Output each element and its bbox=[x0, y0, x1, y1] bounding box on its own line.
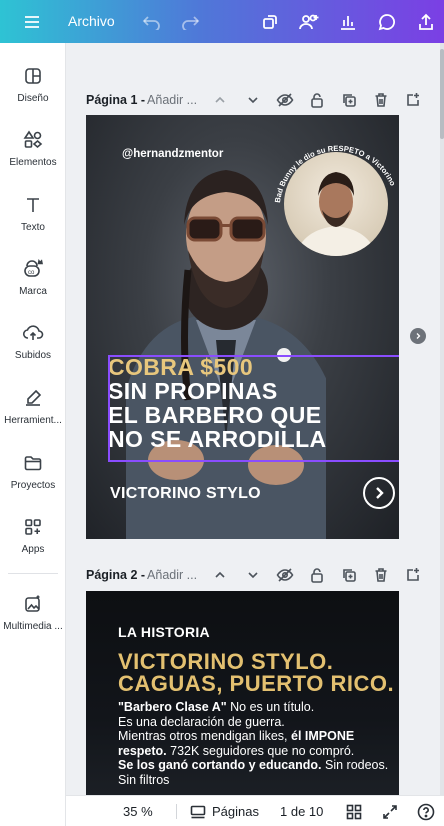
page-2-title-line-1: VICTORINO STYLO. bbox=[118, 649, 334, 674]
zoom-level[interactable]: 35 % bbox=[123, 796, 153, 826]
undo-icon[interactable] bbox=[134, 0, 170, 43]
lock-icon[interactable] bbox=[307, 565, 327, 585]
brand-icon: co bbox=[0, 256, 66, 282]
upload-icon[interactable] bbox=[408, 0, 444, 43]
pages-label: Páginas bbox=[212, 804, 259, 819]
sidebar-item-label: Proyectos bbox=[10, 480, 56, 491]
hamburger-icon[interactable] bbox=[14, 0, 50, 43]
delete-page-icon[interactable] bbox=[371, 565, 391, 585]
hide-page-icon[interactable] bbox=[275, 565, 295, 585]
chevron-down-icon[interactable] bbox=[243, 565, 263, 585]
sidebar-item-multimedia[interactable]: Multimedia ... bbox=[0, 591, 66, 632]
chevron-down-icon[interactable] bbox=[243, 90, 263, 110]
chart-icon[interactable] bbox=[330, 0, 366, 43]
page-2-body-text: "Barbero Clase A" No es un título. Es un… bbox=[118, 700, 394, 787]
sidebar-item-label: Diseño bbox=[17, 93, 49, 104]
comment-icon[interactable] bbox=[369, 0, 405, 43]
body-text-1: No es un título. bbox=[226, 700, 315, 714]
sidebar-item-label: Texto bbox=[21, 222, 45, 233]
sidebar-item-label: Apps bbox=[21, 544, 45, 555]
page-1-artboard[interactable]: @hernandzmentor Bad Bunny le dio su RESP… bbox=[86, 115, 399, 539]
duplicate-page-icon[interactable] bbox=[339, 565, 359, 585]
delete-page-icon[interactable] bbox=[371, 90, 391, 110]
page-2-title: VICTORINO STYLO. CAGUAS, PUERTO RICO. bbox=[118, 651, 394, 695]
body-text-2: Es una declaración de guerra. bbox=[118, 714, 285, 729]
sidebar-item-apps[interactable]: Apps bbox=[0, 514, 66, 555]
page-2-header: Página 2 - Añadir ... bbox=[86, 563, 426, 587]
cloud-upload-icon bbox=[0, 320, 66, 346]
inset-portrait-photo bbox=[284, 152, 388, 256]
svg-text:co: co bbox=[28, 270, 35, 276]
sidebar-item-label: Multimedia ... bbox=[3, 621, 63, 632]
vertical-scrollbar[interactable] bbox=[440, 43, 444, 795]
page-counter: 1 de 10 bbox=[280, 804, 324, 819]
file-menu-button[interactable]: Archivo bbox=[68, 13, 115, 29]
text-icon bbox=[0, 192, 66, 218]
folder-icon bbox=[0, 450, 66, 476]
grid-view-icon[interactable] bbox=[346, 796, 362, 826]
chevron-up-icon[interactable] bbox=[210, 90, 230, 110]
tools-icon bbox=[0, 385, 66, 411]
page-1-header: Página 1 - Añadir ... bbox=[86, 88, 426, 112]
layout-icon bbox=[0, 63, 66, 89]
divider bbox=[176, 804, 177, 819]
page-2-title-line-2: CAGUAS, PUERTO RICO. bbox=[118, 671, 395, 696]
body-bold-3: Se los ganó cortando y educando. bbox=[118, 758, 322, 772]
sidebar-item-label: Subidos bbox=[14, 350, 52, 361]
duplicate-page-icon[interactable] bbox=[339, 90, 359, 110]
top-bar: Archivo bbox=[0, 0, 444, 43]
arrow-right-circle-icon bbox=[363, 477, 395, 509]
sidebar-item-label: Herramient... bbox=[4, 415, 62, 426]
next-page-chevron-icon[interactable] bbox=[410, 328, 426, 344]
add-page-icon[interactable] bbox=[403, 90, 423, 110]
sidebar-item-label: Elementos bbox=[9, 157, 57, 168]
page-title: Página 1 - bbox=[86, 93, 146, 107]
brand-name: VICTORINO STYLO bbox=[110, 485, 261, 502]
add-page-icon[interactable] bbox=[403, 565, 423, 585]
magic-media-icon bbox=[0, 591, 66, 617]
sidebar-item-texto[interactable]: Texto bbox=[0, 192, 66, 233]
help-icon[interactable] bbox=[417, 796, 435, 826]
redo-icon[interactable] bbox=[172, 0, 208, 43]
design-canvas: Página 1 - Añadir ... @hernandzmentor Ba… bbox=[66, 43, 440, 795]
sidebar-item-marca[interactable]: co Marca bbox=[0, 256, 66, 297]
chevron-up-icon[interactable] bbox=[210, 565, 230, 585]
scrollbar-thumb[interactable] bbox=[440, 49, 444, 139]
sidebar-item-elementos[interactable]: Elementos bbox=[0, 127, 66, 168]
apps-icon bbox=[0, 514, 66, 540]
sidebar-item-herramientas[interactable]: Herramient... bbox=[0, 385, 66, 426]
body-text-3: Mientras otros mendigan likes, bbox=[118, 729, 291, 743]
bottom-bar: 35 % Páginas 1 de 10 bbox=[66, 795, 444, 826]
selection-box[interactable] bbox=[108, 355, 399, 462]
page-2-artboard[interactable]: LA HISTORIA VICTORINO STYLO. CAGUAS, PUE… bbox=[86, 591, 399, 795]
resize-icon[interactable] bbox=[252, 0, 288, 43]
sidebar-item-proyectos[interactable]: Proyectos bbox=[0, 450, 66, 491]
fullscreen-icon[interactable] bbox=[382, 796, 398, 826]
sidebar-item-label: Marca bbox=[19, 286, 47, 297]
sidebar-item-subidos[interactable]: Subidos bbox=[0, 320, 66, 361]
add-page-title-field[interactable]: Añadir ... bbox=[147, 568, 197, 582]
pages-icon bbox=[190, 805, 206, 818]
sidebar-item-diseno[interactable]: Diseño bbox=[0, 63, 66, 104]
left-sidebar: Diseño Elementos Texto co Marca Subidos … bbox=[0, 43, 66, 826]
shapes-icon bbox=[0, 127, 66, 153]
instagram-handle: @hernandzmentor bbox=[122, 148, 224, 160]
add-page-title-field[interactable]: Añadir ... bbox=[147, 93, 197, 107]
section-kicker: LA HISTORIA bbox=[118, 624, 210, 640]
pages-button[interactable]: Páginas bbox=[190, 796, 259, 826]
sidebar-divider bbox=[8, 573, 58, 574]
body-text-4: 732K seguidores que no compró. bbox=[166, 743, 355, 758]
lock-icon[interactable] bbox=[307, 90, 327, 110]
page-title: Página 2 - bbox=[86, 568, 146, 582]
share-people-icon[interactable] bbox=[291, 0, 327, 43]
body-bold-1: "Barbero Clase A" bbox=[118, 700, 227, 714]
hide-page-icon[interactable] bbox=[275, 90, 295, 110]
